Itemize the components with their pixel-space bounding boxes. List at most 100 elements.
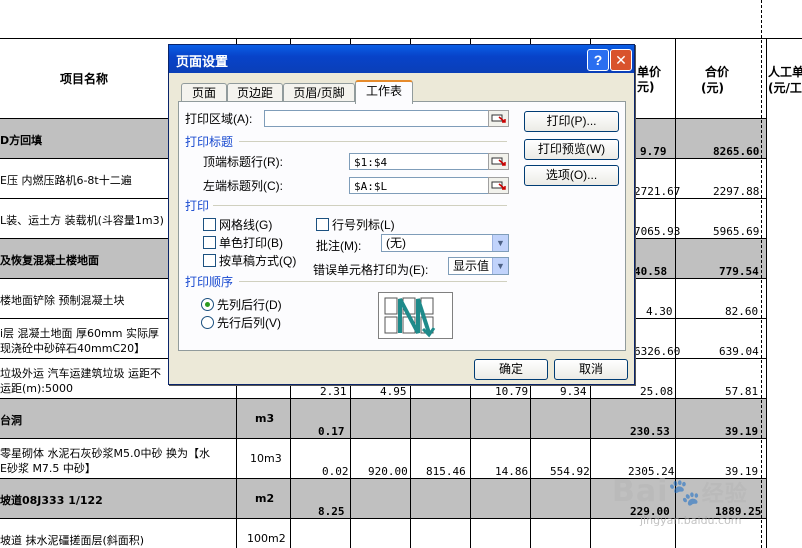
- chevron-down-icon: ▼: [492, 258, 508, 274]
- row-unit: m2: [255, 492, 275, 505]
- options-button[interactable]: 选项(O)...: [524, 165, 619, 186]
- comments-value: (无): [386, 236, 406, 250]
- row-total: 8265.60: [713, 145, 760, 158]
- row-col3: 14.86: [495, 465, 529, 478]
- row-col-headings-checkbox[interactable]: [316, 218, 329, 231]
- collapse-dialog-icon[interactable]: [488, 177, 509, 194]
- row-price: 7065.93: [634, 225, 681, 238]
- print-section: 打印: [185, 199, 210, 213]
- over-then-down-radio[interactable]: [201, 316, 214, 329]
- row-price: 25.08: [640, 385, 674, 398]
- header-item-name: 项目名称: [60, 72, 109, 86]
- row-col1: 920.00: [368, 465, 408, 478]
- comments-label: 批注(M):: [316, 239, 362, 253]
- row-col1: 2.31: [320, 385, 347, 398]
- row-name: E压 内燃压路机6-8t十二遍: [0, 174, 132, 187]
- row-name-line2: E砂浆 M7.5 中砂】: [0, 462, 96, 475]
- row-name: 垃圾外运 汽车运建筑垃圾 运距不: [0, 367, 161, 380]
- black-white-label: 单色打印(B): [219, 236, 283, 250]
- row-name-line2: 运距(m):5000: [0, 382, 73, 395]
- down-then-over-label: 先列后行(D): [217, 298, 282, 312]
- baidu-watermark: Bai🐾经验: [612, 474, 748, 509]
- comments-select[interactable]: (无) ▼: [381, 234, 509, 252]
- row-name-line2: 现浇砼中砂碎石40mmC20】: [0, 342, 146, 355]
- row-name: 及恢复混凝土楼地面: [0, 254, 99, 267]
- row-name: 零星砌体 水泥石灰砂浆M5.0中砂 换为【水: [0, 447, 210, 460]
- header-labor: 人工单: [768, 65, 802, 79]
- row-price: 6326.60: [634, 345, 681, 358]
- row-unit: 10m3: [250, 452, 282, 465]
- row-col4: 9.34: [560, 385, 587, 398]
- top-rows-label: 顶端标题行(R):: [203, 155, 283, 169]
- page-order-preview-icon: [378, 292, 453, 339]
- gridlines-checkbox[interactable]: [203, 218, 216, 231]
- cell-errors-label: 错误单元格打印为(E):: [313, 263, 429, 277]
- close-icon[interactable]: ✕: [610, 49, 632, 71]
- sheet-tab-panel: 打印区域(A): 打印标题 顶端标题行(R): $1:$4 左端标题列(C): …: [178, 101, 626, 351]
- row-total: 639.04: [719, 345, 759, 358]
- row-price: 9.79: [640, 145, 667, 158]
- top-rows-input[interactable]: $1:$4: [349, 153, 489, 170]
- cell-errors-value: 显示值: [453, 259, 490, 273]
- row-qty: 0.02: [322, 465, 349, 478]
- black-white-checkbox[interactable]: [203, 236, 216, 249]
- page-setup-dialog: 页面设置 ? ✕ 页面 页边距 页眉/页脚 工作表 打印区域(A): 打印标题 …: [168, 44, 635, 385]
- row-total: 39.19: [725, 425, 759, 438]
- collapse-dialog-icon[interactable]: [488, 110, 509, 127]
- row-price: 230.53: [630, 425, 670, 438]
- print-titles-section: 打印标题: [185, 135, 234, 149]
- row-col-headings-label: 行号列标(L): [332, 218, 395, 232]
- row-qty: 8.25: [318, 505, 345, 518]
- header-total-unit: (元): [701, 81, 724, 95]
- header-unit-price-tail: 元): [637, 80, 655, 94]
- row-name: i层 混凝土地面 厚60mm 实际厚: [0, 327, 159, 340]
- row-total: 82.60: [725, 305, 759, 318]
- row-col4: 554.92: [550, 465, 590, 478]
- watermark-url: jingyan.baidu.com: [640, 514, 742, 527]
- left-cols-input[interactable]: $A:$L: [349, 177, 489, 194]
- row-total: 779.54: [719, 265, 759, 278]
- tab-margins[interactable]: 页边距: [227, 83, 283, 102]
- tab-sheet[interactable]: 工作表: [355, 80, 413, 104]
- row-total: 2297.88: [713, 185, 760, 198]
- dialog-title: 页面设置: [176, 55, 229, 70]
- row-col2: 815.46: [426, 465, 466, 478]
- left-cols-label: 左端标题列(C):: [203, 179, 283, 193]
- row-price: 4.30: [646, 305, 673, 318]
- row-name: 台洞: [0, 414, 22, 427]
- cancel-button[interactable]: 取消: [554, 359, 628, 380]
- row-qty: 0.17: [318, 425, 345, 438]
- tab-header-footer[interactable]: 页眉/页脚: [283, 83, 355, 102]
- row-unit: m3: [255, 412, 275, 425]
- row-col2: 4.95: [380, 385, 407, 398]
- tab-page[interactable]: 页面: [181, 83, 227, 102]
- draft-quality-checkbox[interactable]: [203, 254, 216, 267]
- row-name: L装、运土方 装载机(斗容量1m3): [0, 214, 164, 227]
- draft-quality-label: 按草稿方式(Q): [219, 254, 297, 268]
- print-area-input[interactable]: [264, 110, 489, 127]
- row-name: 坡道 抹水泥礓搓面层(斜面积): [0, 534, 145, 547]
- header-labor-unit: (元/工: [768, 81, 802, 95]
- over-then-down-label: 先行后列(V): [217, 316, 281, 330]
- row-name: 坡道08J333 1/122: [0, 494, 103, 507]
- help-button[interactable]: ?: [587, 49, 609, 71]
- down-then-over-radio[interactable]: [201, 298, 214, 311]
- row-price: 40.58: [634, 265, 668, 278]
- row-price: 2721.67: [634, 185, 681, 198]
- ok-button[interactable]: 确定: [474, 359, 548, 380]
- print-button[interactable]: 打印(P)...: [524, 111, 619, 132]
- title-bar[interactable]: 页面设置 ? ✕: [169, 45, 634, 73]
- cell-errors-select[interactable]: 显示值 ▼: [448, 257, 509, 275]
- row-name: 楼地面铲除 预制混凝土块: [0, 294, 125, 307]
- print-area-label: 打印区域(A):: [185, 112, 253, 126]
- row-unit: 100m2: [247, 532, 286, 545]
- row-total: 5965.69: [713, 225, 760, 238]
- gridlines-label: 网格线(G): [219, 218, 273, 232]
- collapse-dialog-icon[interactable]: [488, 153, 509, 170]
- row-name: D方回填: [0, 134, 43, 147]
- header-total: 合价: [705, 65, 730, 79]
- print-preview-button[interactable]: 打印预览(W): [524, 139, 619, 160]
- chevron-down-icon: ▼: [492, 235, 508, 251]
- row-total: 57.81: [725, 385, 759, 398]
- row-col3: 10.79: [495, 385, 529, 398]
